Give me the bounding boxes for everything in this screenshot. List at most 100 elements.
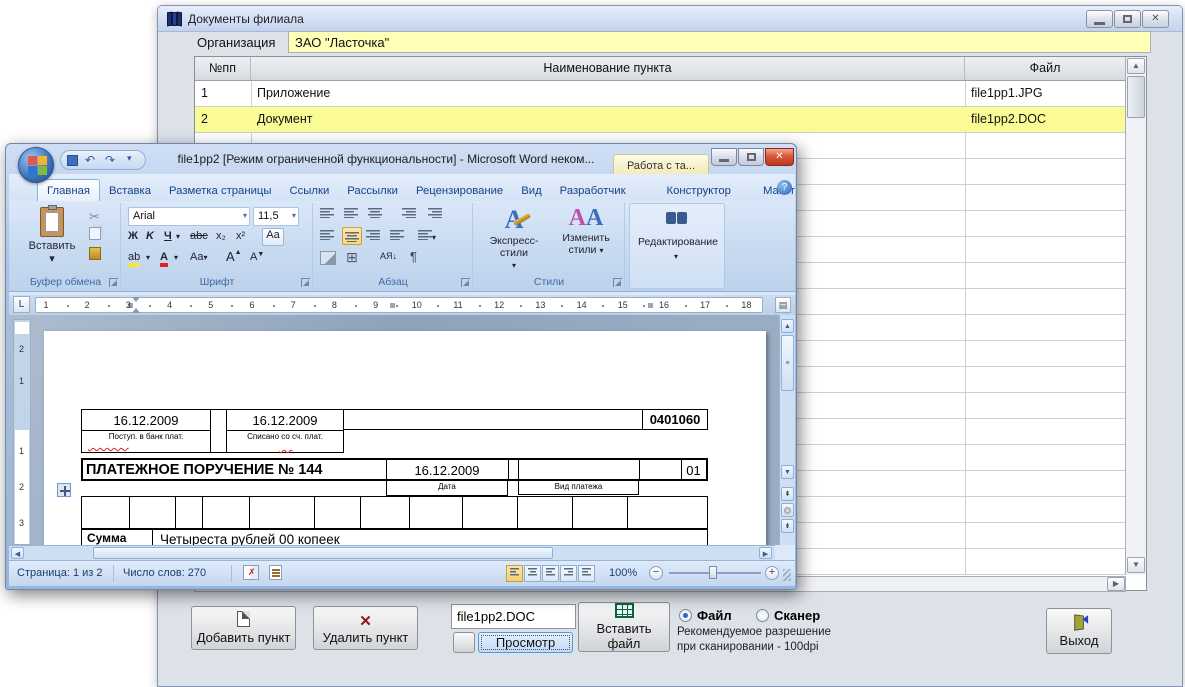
table-vertical-scrollbar[interactable]: ▲ ▼ bbox=[1125, 57, 1146, 575]
change-styles-button[interactable]: AA Изменить стили ▾ bbox=[556, 205, 616, 256]
draft-view-button[interactable] bbox=[578, 565, 595, 582]
doc-scroll-right-icon[interactable]: ▶ bbox=[759, 547, 772, 559]
bullets-icon[interactable] bbox=[320, 207, 334, 221]
print-layout-view-button[interactable] bbox=[506, 565, 523, 582]
web-layout-view-button[interactable] bbox=[542, 565, 559, 582]
word-minimize-button[interactable] bbox=[711, 148, 737, 166]
borders-icon[interactable]: ⊞ bbox=[346, 249, 358, 266]
sort-icon[interactable]: АЯ↓ bbox=[380, 251, 397, 261]
clear-preview-button[interactable] bbox=[453, 632, 475, 653]
styles-dialog-launcher[interactable] bbox=[613, 278, 622, 287]
paragraph-dialog-launcher[interactable] bbox=[461, 278, 470, 287]
ribbon-tab[interactable]: Рецензирование bbox=[407, 180, 512, 201]
redo-icon[interactable]: ↷ bbox=[105, 153, 115, 167]
exit-button[interactable]: Выход bbox=[1046, 608, 1112, 654]
undo-icon[interactable]: ↶ bbox=[85, 153, 95, 167]
table-column-marker[interactable] bbox=[389, 302, 396, 309]
underline-dropdown-icon[interactable]: ▾ bbox=[176, 232, 180, 241]
help-icon[interactable]: ? bbox=[777, 180, 792, 195]
preview-button[interactable]: Просмотр bbox=[478, 632, 573, 653]
word-horizontal-scrollbar[interactable]: ◀ ▶ bbox=[9, 545, 775, 560]
ribbon-tab[interactable]: Ссылки bbox=[280, 180, 338, 201]
font-color-dropdown-icon[interactable]: ▾ bbox=[174, 253, 178, 262]
quick-styles-button[interactable]: A Экспресс-стили ▾ bbox=[482, 205, 546, 271]
grow-font-button[interactable]: А▲ bbox=[226, 249, 242, 264]
horizontal-ruler[interactable]: 123456789101112131415161718 bbox=[35, 297, 763, 313]
doc-hscrollbar-thumb[interactable] bbox=[93, 547, 553, 559]
select-browse-object-button[interactable] bbox=[781, 503, 794, 517]
word-vertical-scrollbar[interactable]: ▲ ≡ ▼ ⇞ ⇟ bbox=[779, 315, 795, 545]
align-center-icon[interactable] bbox=[342, 227, 362, 245]
add-item-button[interactable]: Добавить пункт bbox=[191, 606, 296, 650]
resize-grip[interactable] bbox=[783, 569, 791, 581]
line-spacing-icon[interactable]: ▾ bbox=[418, 229, 436, 243]
table-row[interactable]: 2Документfile1pp2.DOC bbox=[195, 107, 1125, 133]
doc-scroll-left-icon[interactable]: ◀ bbox=[11, 547, 24, 559]
macro-record-icon[interactable] bbox=[269, 565, 282, 580]
scroll-right-icon[interactable]: ▶ bbox=[1107, 577, 1125, 591]
previous-page-button[interactable]: ⇞ bbox=[781, 487, 794, 501]
ribbon-context-tab[interactable]: Конструктор bbox=[651, 180, 747, 201]
table-row[interactable]: 1Приложениеfile1pp1.JPG bbox=[195, 81, 1125, 107]
organization-input[interactable] bbox=[288, 31, 1151, 53]
italic-button[interactable]: K bbox=[146, 230, 154, 242]
next-page-button[interactable]: ⇟ bbox=[781, 519, 794, 533]
clipboard-dialog-launcher[interactable] bbox=[109, 278, 118, 287]
radio-scanner-label[interactable]: Сканер bbox=[774, 608, 820, 623]
page-indicator[interactable]: Страница: 1 из 2 bbox=[17, 567, 103, 579]
clear-formatting-button[interactable]: Aa bbox=[262, 228, 284, 246]
word-close-button[interactable]: ✕ bbox=[765, 148, 794, 166]
scroll-down-icon[interactable]: ▼ bbox=[1127, 557, 1145, 573]
minimize-button[interactable] bbox=[1086, 10, 1113, 28]
format-painter-icon[interactable] bbox=[89, 247, 101, 260]
decrease-indent-icon[interactable] bbox=[402, 207, 416, 221]
office-button[interactable] bbox=[18, 147, 54, 183]
vertical-ruler[interactable]: 21123 bbox=[13, 319, 31, 545]
spellcheck-icon[interactable]: ✗ bbox=[243, 565, 259, 580]
ribbon-tab[interactable]: Рассылки bbox=[338, 180, 407, 201]
fullscreen-reading-view-button[interactable] bbox=[524, 565, 541, 582]
align-right-icon[interactable] bbox=[366, 229, 380, 243]
copy-icon[interactable] bbox=[89, 227, 101, 240]
hanging-indent-marker[interactable] bbox=[132, 304, 140, 313]
subscript-button[interactable]: x₂ bbox=[216, 230, 226, 242]
bold-button[interactable]: Ж bbox=[128, 230, 138, 242]
tab-stop-selector[interactable]: L bbox=[13, 296, 30, 313]
scroll-up-icon[interactable]: ▲ bbox=[1127, 58, 1145, 74]
doc-scrollbar-thumb[interactable]: ≡ bbox=[781, 335, 794, 391]
cut-icon[interactable]: ✂ bbox=[89, 209, 100, 225]
font-color-button[interactable]: А bbox=[160, 251, 168, 267]
table-column-marker[interactable] bbox=[647, 302, 654, 309]
editing-group[interactable]: Редактирование ▾ bbox=[629, 203, 725, 289]
scrollbar-thumb[interactable] bbox=[1127, 76, 1145, 118]
justify-icon[interactable] bbox=[390, 229, 404, 243]
ruler-toggle-button[interactable]: ▤ bbox=[775, 297, 791, 313]
zoom-out-button[interactable]: − bbox=[649, 566, 663, 580]
font-size-combo[interactable]: 11,5▾ bbox=[253, 207, 299, 226]
shrink-font-button[interactable]: А▼ bbox=[250, 251, 264, 263]
paste-button[interactable]: Вставить ▾ bbox=[27, 207, 77, 261]
document-page[interactable]: 16.12.2009 Поступ. в банк плат. wwwwww 1… bbox=[44, 331, 766, 545]
restore-button[interactable] bbox=[1114, 10, 1141, 28]
zoom-in-button[interactable]: + bbox=[765, 566, 779, 580]
radio-file[interactable] bbox=[679, 609, 692, 622]
align-left-icon[interactable] bbox=[320, 229, 334, 243]
table-move-handle[interactable] bbox=[57, 483, 71, 497]
increase-indent-icon[interactable] bbox=[428, 207, 442, 221]
zoom-slider-handle[interactable] bbox=[709, 566, 717, 579]
save-icon[interactable] bbox=[67, 155, 78, 166]
numbering-icon[interactable] bbox=[344, 207, 358, 221]
multilevel-list-icon[interactable] bbox=[368, 207, 382, 221]
font-dialog-launcher[interactable] bbox=[301, 278, 310, 287]
change-case-button[interactable]: Aa▾ bbox=[190, 251, 207, 263]
filename-input[interactable] bbox=[451, 604, 576, 629]
word-restore-button[interactable] bbox=[738, 148, 764, 166]
ribbon-tab[interactable]: Разработчик bbox=[551, 180, 635, 201]
highlight-dropdown-icon[interactable]: ▾ bbox=[146, 253, 150, 262]
ribbon-tab[interactable]: Разметка страницы bbox=[160, 180, 280, 201]
superscript-button[interactable]: x² bbox=[236, 230, 245, 242]
radio-file-label[interactable]: Файл bbox=[697, 608, 732, 623]
ribbon-tab[interactable]: Вставка bbox=[100, 180, 160, 201]
doc-scroll-up-icon[interactable]: ▲ bbox=[781, 319, 794, 333]
strikethrough-button[interactable]: abc bbox=[190, 230, 208, 242]
